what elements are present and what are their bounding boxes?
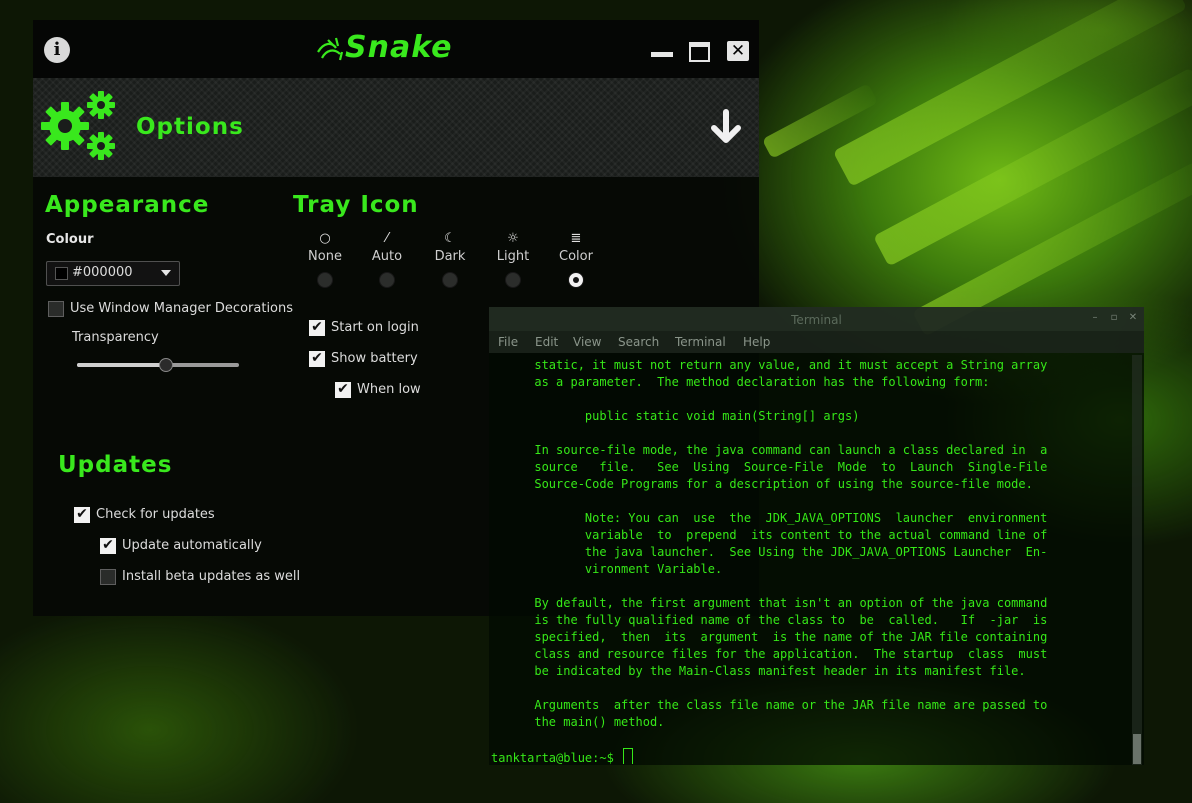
terminal-line: static, it must not return any value, an… xyxy=(491,358,1048,372)
use-wm-decorations-label: Use Window Manager Decorations xyxy=(70,301,294,316)
use-wm-decorations-checkbox[interactable] xyxy=(48,301,64,317)
when-low-checkbox[interactable] xyxy=(335,381,351,398)
terminal-line: class and resource files for the applica… xyxy=(491,647,1048,661)
menu-terminal[interactable]: Terminal xyxy=(675,334,726,350)
tray-option-label: Color xyxy=(559,249,593,264)
moon-icon: ☾ xyxy=(444,231,456,246)
terminal-line: specified, then its argument is the name… xyxy=(491,630,1048,644)
tray-option-radio[interactable] xyxy=(379,272,395,288)
tray-option-radio[interactable] xyxy=(442,272,458,288)
terminal-scrollbar[interactable] xyxy=(1132,355,1142,765)
wallpaper-band xyxy=(873,67,1192,267)
terminal-maximize-button[interactable]: ▫ xyxy=(1108,311,1120,325)
circle-icon: ○ xyxy=(319,231,331,246)
transparency-slider[interactable] xyxy=(77,358,239,372)
terminal-output[interactable]: static, it must not return any value, an… xyxy=(491,354,1119,764)
tray-option-label: Auto xyxy=(371,249,403,264)
info-icon[interactable]: i xyxy=(44,37,70,63)
tray-option-label: None xyxy=(308,249,342,264)
update-automatically-label: Update automatically xyxy=(122,538,262,553)
tray-option-radio[interactable] xyxy=(317,272,333,288)
menu-search[interactable]: Search xyxy=(618,334,659,350)
terminal-scrollbar-thumb[interactable] xyxy=(1133,734,1141,764)
menu-file[interactable]: File xyxy=(498,334,518,350)
install-beta-label: Install beta updates as well xyxy=(122,569,301,584)
terminal-line: By default, the first argument that isn'… xyxy=(491,596,1048,610)
sun-icon: ☼ xyxy=(507,231,519,246)
tray-icon-title: Tray Icon xyxy=(293,192,419,218)
page-title: Options xyxy=(136,114,244,140)
terminal-line: variable to prepend its content to the a… xyxy=(491,528,1048,542)
colour-select[interactable]: #000000 xyxy=(46,261,180,286)
terminal-line: the java launcher. See Using the JDK_JAV… xyxy=(491,545,1048,559)
terminal-line: the main() method. xyxy=(491,715,665,729)
colour-label: Colour xyxy=(46,232,94,247)
gears-icon xyxy=(41,91,115,160)
colour-swatch xyxy=(55,267,68,280)
terminal-line: Arguments after the class file name or t… xyxy=(491,698,1048,712)
tray-option-label: Dark xyxy=(434,249,466,264)
title-bar: i Snake ✕ xyxy=(33,20,759,78)
colour-value: #000000 xyxy=(72,265,133,280)
updates-title: Updates xyxy=(58,452,173,478)
app-name: Snake xyxy=(345,30,453,65)
terminal-window: Terminal – ▫ ✕ File Edit View Search Ter… xyxy=(489,307,1144,765)
terminal-line: as a parameter. The method declaration h… xyxy=(491,375,990,389)
terminal-line: vironment Variable. xyxy=(491,562,723,576)
menu-view[interactable]: View xyxy=(573,334,601,350)
tray-option-radio[interactable] xyxy=(568,272,584,288)
menu-help[interactable]: Help xyxy=(743,334,770,350)
tray-option-dark[interactable]: ☾ Dark xyxy=(420,231,480,288)
start-on-login-label: Start on login xyxy=(331,320,419,335)
transparency-slider-handle[interactable] xyxy=(159,358,174,372)
close-button[interactable]: ✕ xyxy=(727,41,749,61)
options-header: Options xyxy=(33,78,759,177)
terminal-line: is the fully qualified name of the class… xyxy=(491,613,1048,627)
when-low-label: When low xyxy=(357,382,421,397)
terminal-line: In source-file mode, the java command ca… xyxy=(491,443,1048,457)
check-for-updates-checkbox[interactable] xyxy=(74,506,90,523)
transparency-slider-fill xyxy=(77,363,167,367)
check-for-updates-label: Check for updates xyxy=(96,507,215,522)
tray-option-auto[interactable]: ⁄ Auto xyxy=(357,231,417,288)
magic-wand-icon: ⁄ xyxy=(385,231,389,246)
tray-option-radio[interactable] xyxy=(505,272,521,288)
terminal-line: Source-Code Programs for a description o… xyxy=(491,477,1033,491)
tray-option-none[interactable]: ○ None xyxy=(295,231,355,288)
chevron-down-icon xyxy=(161,270,171,276)
maximize-button[interactable] xyxy=(689,42,710,62)
terminal-line: be indicated by the Main-Class manifest … xyxy=(491,664,1026,678)
terminal-line: Note: You can use the JDK_JAVA_OPTIONS l… xyxy=(491,511,1048,525)
show-battery-checkbox[interactable] xyxy=(309,350,325,367)
terminal-title-bar: Terminal – ▫ ✕ xyxy=(489,307,1144,331)
terminal-menu-bar: File Edit View Search Terminal Help xyxy=(489,331,1144,353)
terminal-title: Terminal xyxy=(791,313,842,327)
terminal-close-button[interactable]: ✕ xyxy=(1127,311,1139,325)
terminal-cursor xyxy=(623,748,634,764)
bars-icon: ≣ xyxy=(570,231,582,246)
show-battery-label: Show battery xyxy=(331,351,418,366)
menu-edit[interactable]: Edit xyxy=(535,334,558,350)
terminal-line: public static void main(String[] args) xyxy=(491,409,860,423)
wallpaper-band xyxy=(832,0,1188,187)
arrow-down-icon[interactable] xyxy=(709,109,743,145)
install-beta-checkbox[interactable] xyxy=(100,569,116,585)
minimize-button[interactable] xyxy=(651,52,673,57)
start-on-login-checkbox[interactable] xyxy=(309,319,325,336)
terminal-prompt: tanktarta@blue:~$ xyxy=(491,748,634,764)
tray-option-light[interactable]: ☼ Light xyxy=(483,231,543,288)
update-automatically-checkbox[interactable] xyxy=(100,537,116,554)
appearance-title: Appearance xyxy=(45,192,210,218)
terminal-line: source file. See Using Source-File Mode … xyxy=(491,460,1048,474)
tray-option-color[interactable]: ≣ Color xyxy=(546,231,606,288)
transparency-label: Transparency xyxy=(72,330,159,345)
terminal-minimize-button[interactable]: – xyxy=(1089,311,1101,325)
tray-option-label: Light xyxy=(496,249,530,264)
